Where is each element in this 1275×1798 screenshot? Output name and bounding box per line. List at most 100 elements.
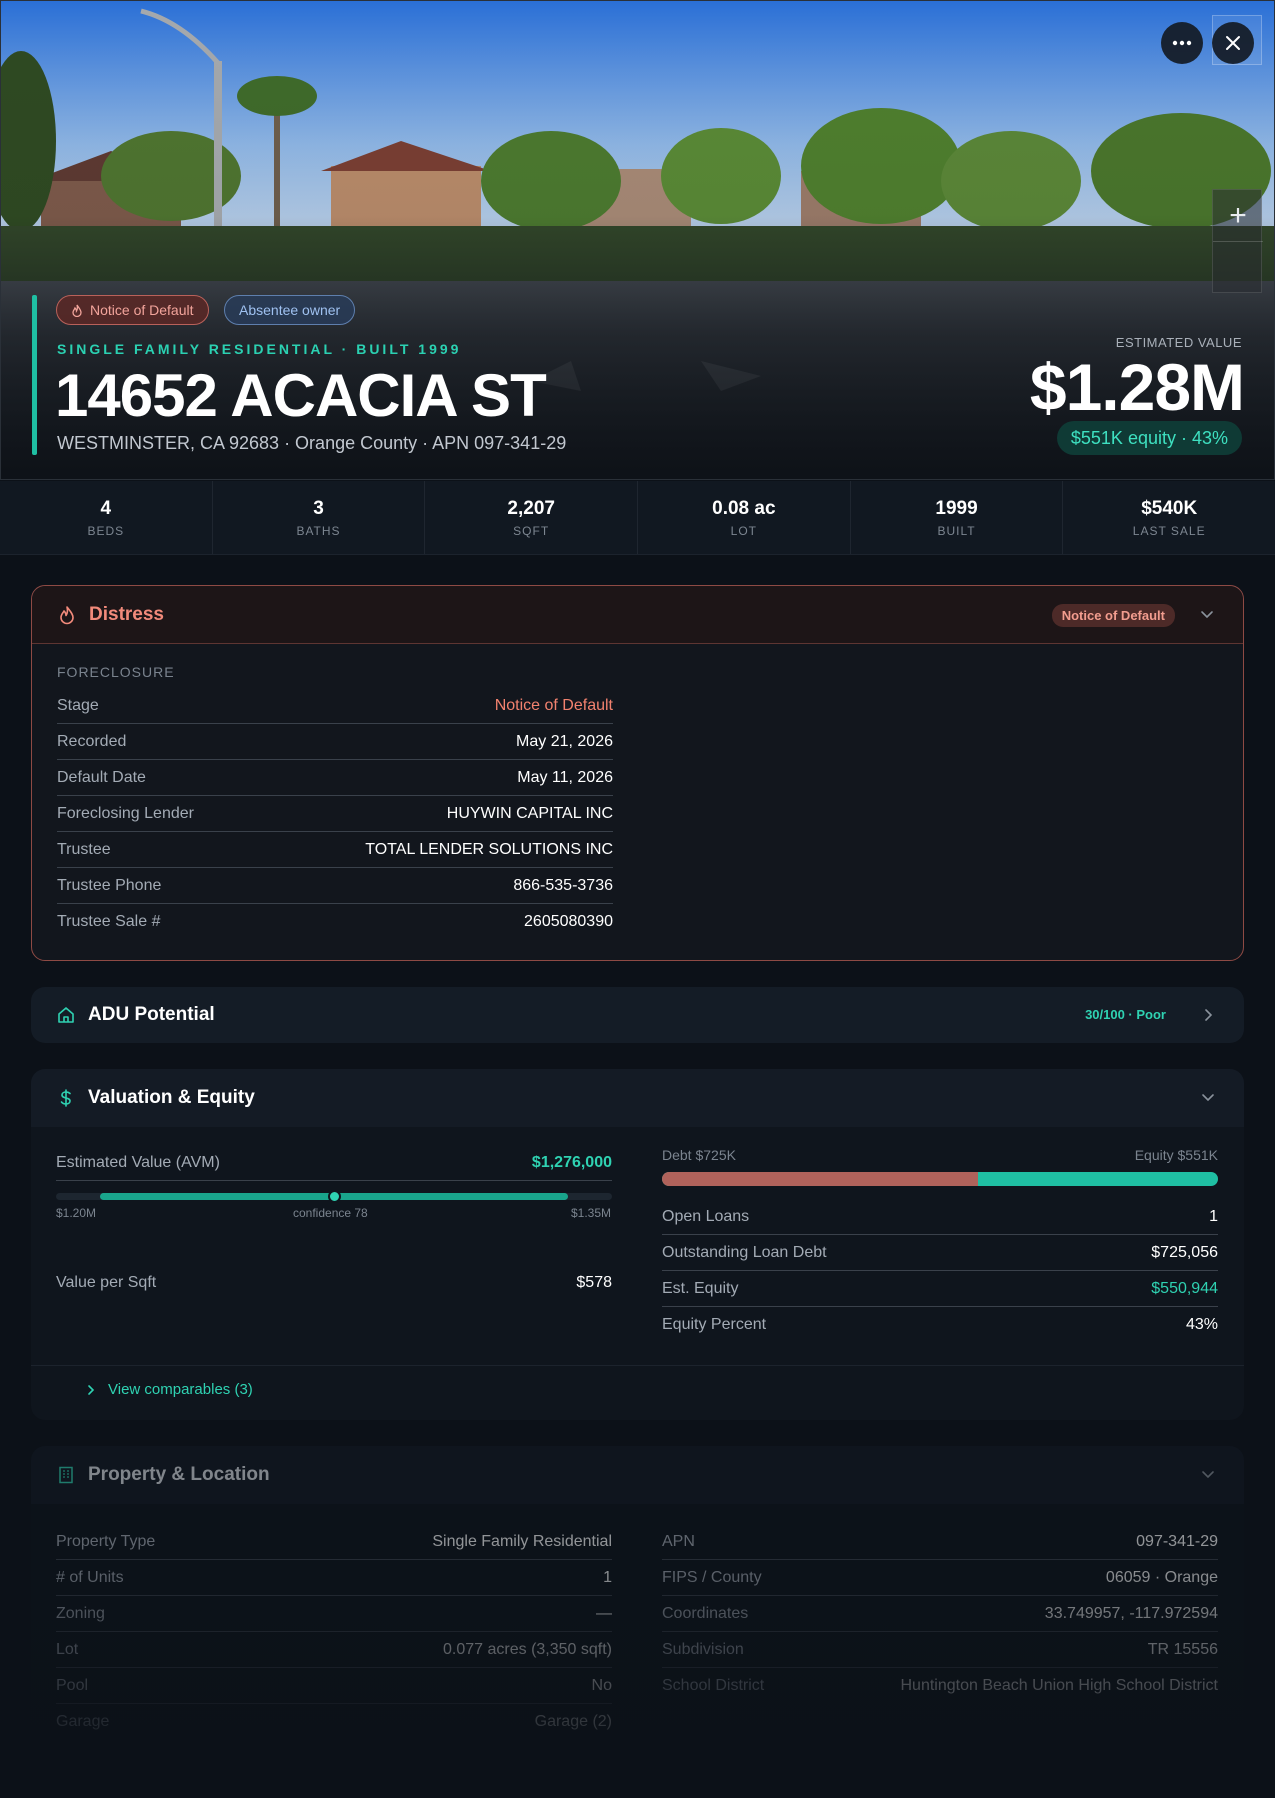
row-value: Garage (2) xyxy=(534,1713,612,1730)
location-row-apn: APN 097-341-29 xyxy=(662,1524,1218,1560)
row-key: APN xyxy=(662,1532,695,1550)
chevron-right-icon[interactable] xyxy=(1200,1007,1216,1023)
stat-value: 0.08 ac xyxy=(712,497,776,519)
value-per-sqft-row: Value per Sqft $578 xyxy=(56,1265,612,1301)
property-title: Property & Location xyxy=(88,1464,270,1485)
distress-title: Distress xyxy=(89,604,164,625)
distress-card: Distress Notice of Default FORECLOSURE S… xyxy=(31,585,1244,961)
row-value: $1,276,000 xyxy=(531,1153,612,1171)
more-options-button[interactable] xyxy=(1161,22,1203,64)
row-key: Est. Equity xyxy=(662,1279,739,1297)
distress-header[interactable]: Distress Notice of Default xyxy=(32,586,1243,644)
row-key: Default Date xyxy=(57,768,146,786)
row-key: Stage xyxy=(57,696,99,714)
row-key: Coordinates xyxy=(662,1604,749,1622)
valuation-equity-card: Valuation & Equity Estimated Value (AVM)… xyxy=(31,1069,1244,1420)
adu-title: ADU Potential xyxy=(88,1004,215,1025)
row-value: No xyxy=(591,1676,612,1694)
row-key: Value per Sqft xyxy=(56,1274,157,1291)
chevron-down-icon[interactable] xyxy=(1200,1466,1216,1482)
row-value: $725,056 xyxy=(1151,1243,1218,1261)
row-key: Garage xyxy=(56,1713,110,1730)
property-row-pool: Pool No xyxy=(56,1668,612,1704)
row-value: $578 xyxy=(576,1274,612,1291)
chevron-right-icon xyxy=(88,1384,95,1395)
foreclosure-row-trustee-phone: Trustee Phone 866-535-3736 xyxy=(57,868,613,904)
foreclosure-row-stage: Stage Notice of Default xyxy=(57,688,613,724)
row-key: Property Type xyxy=(56,1532,156,1550)
street-view-zoom-control: + xyxy=(1212,189,1263,293)
chevron-down-icon[interactable] xyxy=(1200,1089,1216,1105)
property-row-garage: Garage Garage (2) xyxy=(56,1704,612,1740)
property-stats-strip: 4 BEDS 3 BATHS 2,207 SQFT 0.08 ac LOT 1999 BU… xyxy=(0,481,1275,555)
location-row-subdivision: Subdivision TR 15556 xyxy=(662,1632,1218,1668)
stat-lot: 0.08 ac LOT xyxy=(638,481,851,554)
chevron-down-icon[interactable] xyxy=(1199,606,1215,622)
valuation-title: Valuation & Equity xyxy=(88,1087,255,1108)
stat-baths: 3 BATHS xyxy=(213,481,426,554)
distress-status-badge: Notice of Default xyxy=(1051,604,1175,627)
debt-label: Debt $725K xyxy=(662,1147,736,1163)
row-key: Equity Percent xyxy=(662,1316,767,1333)
foreclosure-section-label: FORECLOSURE xyxy=(57,664,175,680)
stat-beds: 4 BEDS xyxy=(0,481,213,554)
estimated-value-label: ESTIMATED VALUE xyxy=(1115,335,1242,350)
zoom-in-button[interactable]: + xyxy=(1213,190,1263,242)
valuation-header[interactable]: Valuation & Equity xyxy=(31,1069,1244,1127)
row-value: 0.077 acres (3,350 sqft) xyxy=(443,1640,612,1658)
flame-icon xyxy=(60,606,74,625)
notice-of-default-chip: Notice of Default xyxy=(56,295,209,325)
row-key: Lot xyxy=(56,1640,79,1658)
foreclosure-row-lender: Foreclosing Lender HUYWIN CAPITAL INC xyxy=(57,796,613,832)
flame-icon xyxy=(72,304,82,317)
location-row-school-district: School District Huntington Beach Union Hi… xyxy=(662,1668,1218,1704)
loan-row-open-loans: Open Loans 1 xyxy=(662,1199,1218,1235)
view-comparables-link[interactable]: View comparables (3) xyxy=(86,1381,253,1398)
row-value: May 11, 2026 xyxy=(517,768,613,786)
row-value: 1 xyxy=(1209,1207,1218,1225)
foreclosure-row-default-date: Default Date May 11, 2026 xyxy=(57,760,613,796)
estimated-value: $1.28M xyxy=(1029,350,1245,424)
row-key: Zoning xyxy=(56,1604,105,1622)
loan-row-equity-percent: Equity Percent 43% xyxy=(662,1307,1218,1343)
stat-label: BATHS xyxy=(296,523,341,538)
stat-value: 3 xyxy=(313,497,324,519)
row-key: Open Loans xyxy=(662,1207,750,1225)
equity-chip: $551K equity · 43% xyxy=(1056,421,1242,455)
row-key: Recorded xyxy=(57,732,127,750)
adu-score: 30/100 · Poor xyxy=(1085,1007,1166,1022)
avm-range-low: $1.20M xyxy=(56,1206,97,1220)
dollar-icon xyxy=(60,1089,71,1107)
row-value: 866-535-3736 xyxy=(513,876,613,894)
chip-label: Notice of Default xyxy=(90,302,194,318)
stat-label: BUILT xyxy=(937,523,976,538)
foreclosure-row-trustee: Trustee TOTAL LENDER SOLUTIONS INC xyxy=(57,832,613,868)
absentee-owner-chip: Absentee owner xyxy=(224,295,356,325)
debt-equity-bar xyxy=(662,1172,1218,1186)
property-location-card: Property & Location Property Type Single … xyxy=(31,1446,1244,1766)
row-value: 1 xyxy=(603,1568,612,1586)
stat-label: BEDS xyxy=(87,523,125,538)
row-value: 06059 · Orange xyxy=(1105,1568,1218,1586)
stat-last-sale: $540K LAST SALE xyxy=(1063,481,1275,554)
row-key: School District xyxy=(662,1677,765,1694)
stat-built: 1999 BUILT xyxy=(851,481,1064,554)
close-button[interactable] xyxy=(1212,22,1254,64)
stat-sqft: 2,207 SQFT xyxy=(425,481,639,554)
row-value: 2605080390 xyxy=(524,913,613,930)
close-icon xyxy=(1226,36,1240,50)
property-row-units: # of Units 1 xyxy=(56,1560,612,1596)
row-key: FIPS / County xyxy=(662,1568,762,1586)
row-value: 33.749957, -117.972594 xyxy=(1044,1604,1218,1622)
row-value: Notice of Default xyxy=(494,696,613,714)
home-icon xyxy=(58,1007,74,1023)
row-key: Foreclosing Lender xyxy=(57,804,194,822)
row-key: Trustee Phone xyxy=(57,876,162,894)
loan-row-debt: Outstanding Loan Debt $725,056 xyxy=(662,1235,1218,1271)
property-row-lot: Lot 0.077 acres (3,350 sqft) xyxy=(56,1632,612,1668)
property-header[interactable]: Property & Location xyxy=(31,1446,1244,1504)
adu-potential-card[interactable]: ADU Potential 30/100 · Poor xyxy=(31,987,1244,1043)
row-value: TR 15556 xyxy=(1147,1640,1218,1658)
row-key: # of Units xyxy=(56,1568,124,1586)
stat-value: 4 xyxy=(100,497,112,519)
